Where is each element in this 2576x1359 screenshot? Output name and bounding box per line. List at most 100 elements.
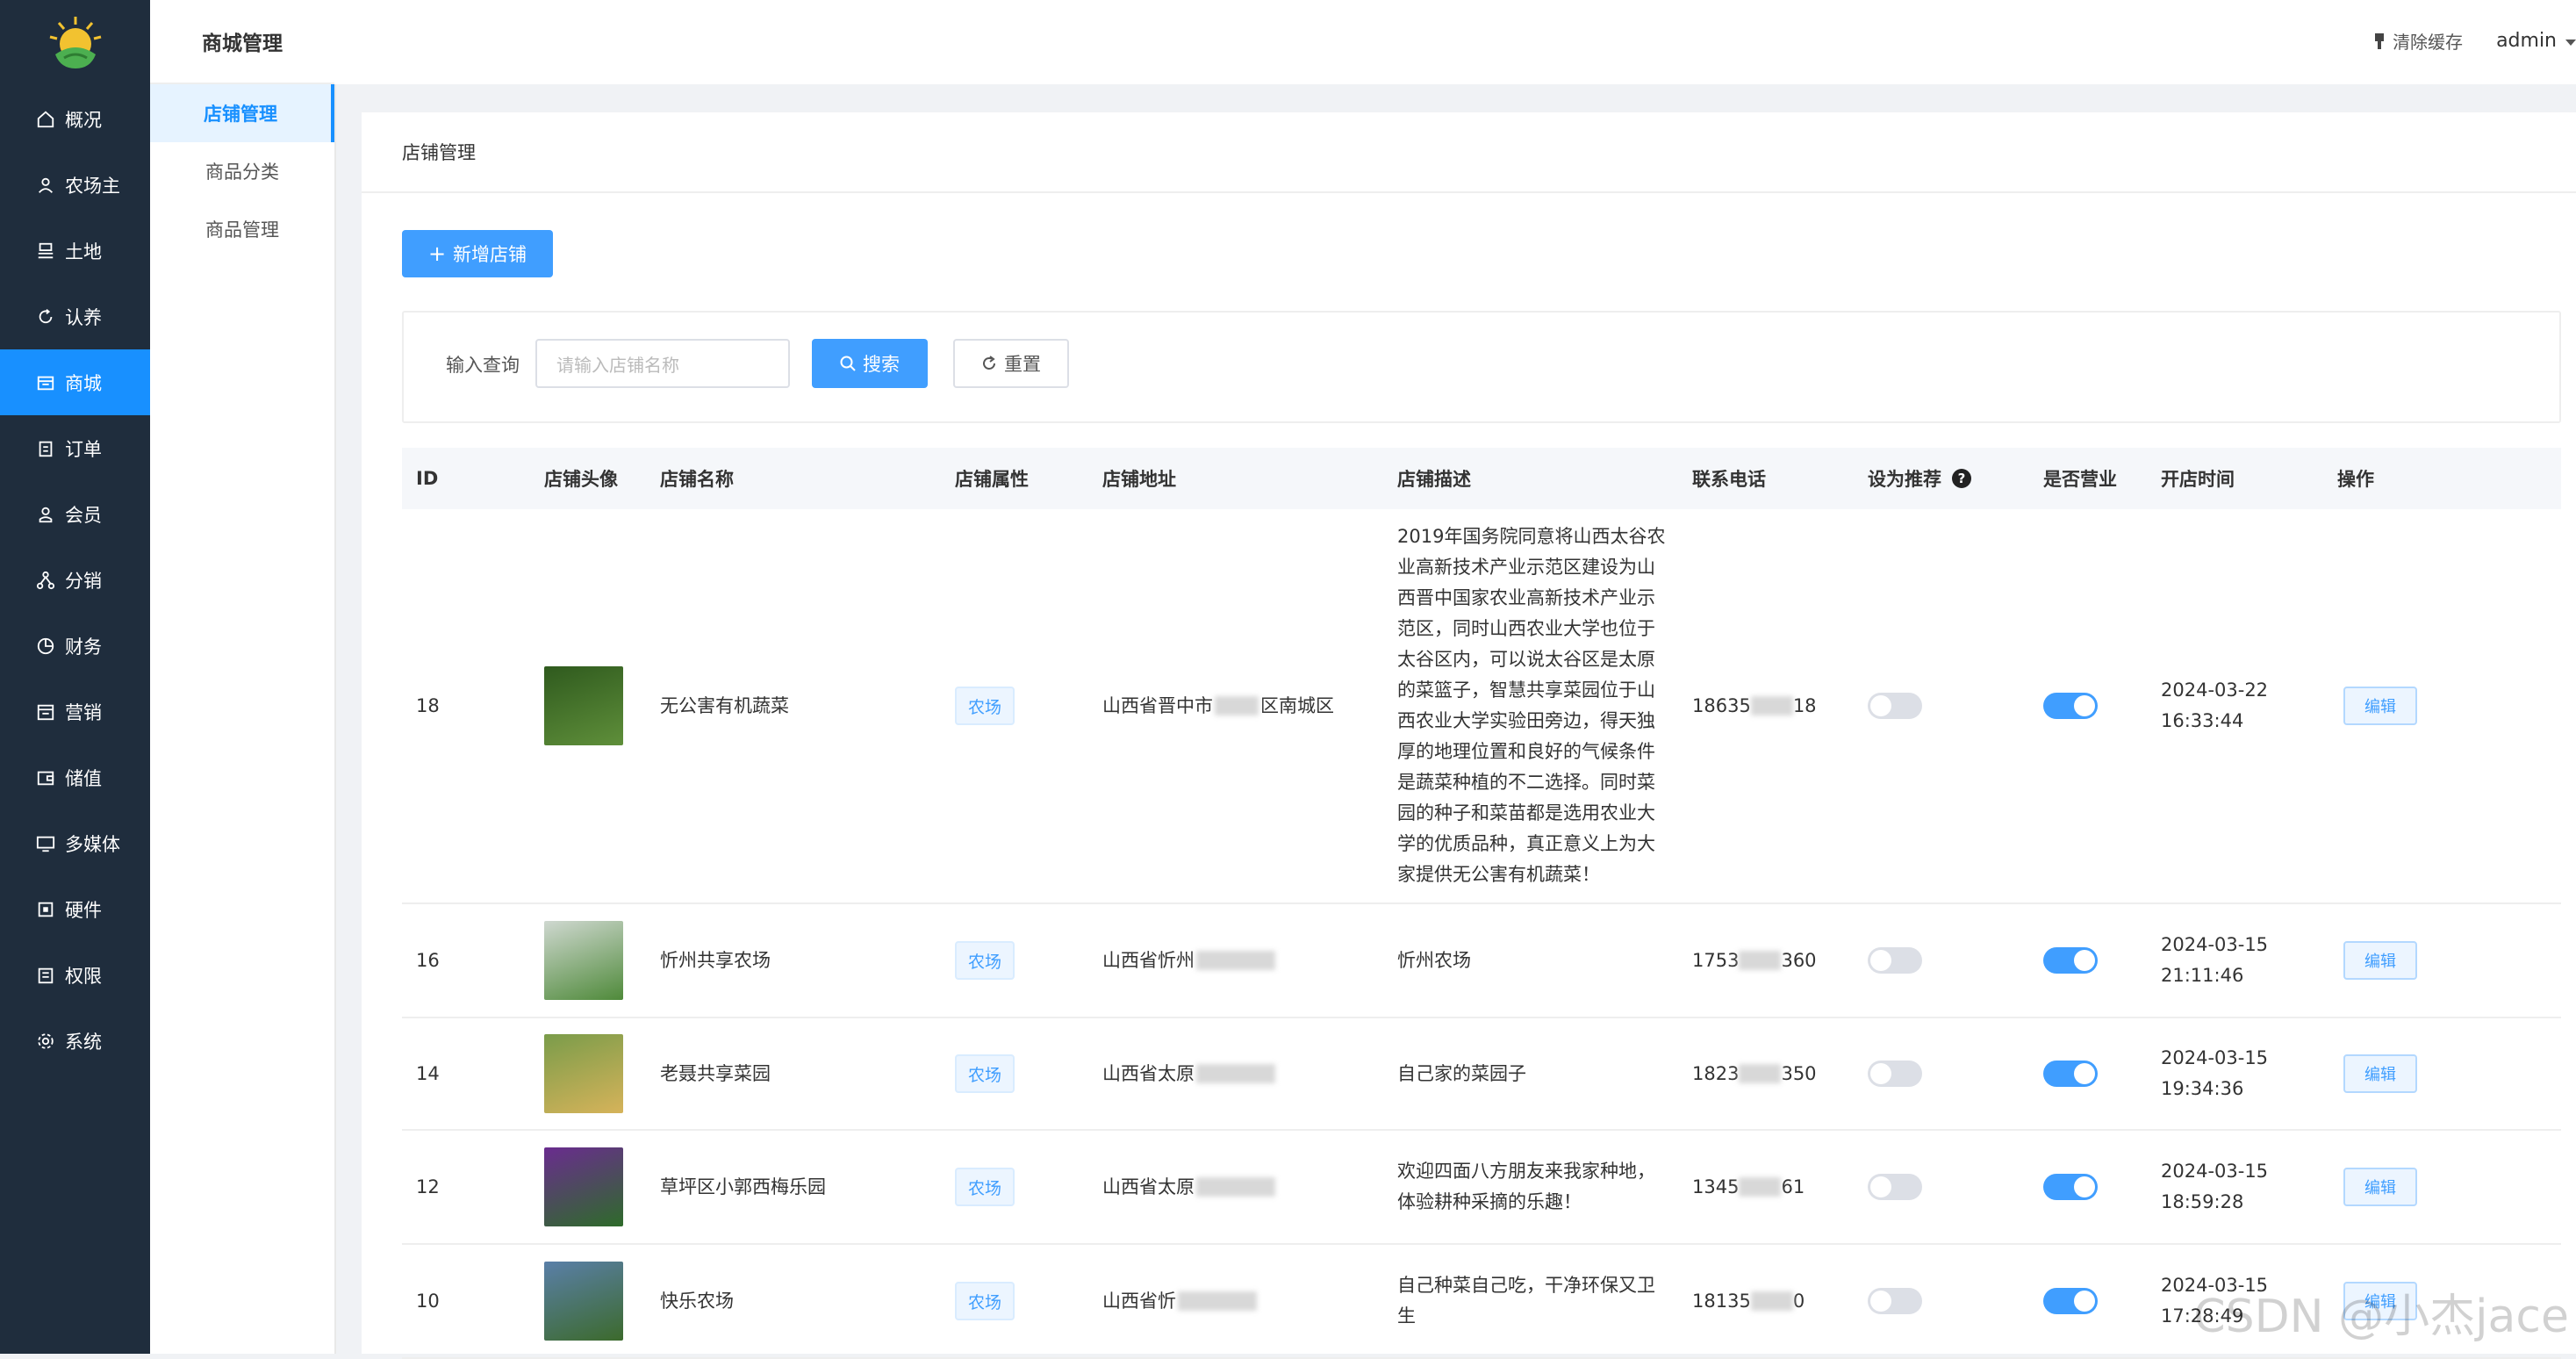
shop-name: 无公害有机蔬菜 xyxy=(660,694,789,716)
sidebar-item-1[interactable]: 农场主 xyxy=(0,152,150,218)
sidebar-item-label: 财务 xyxy=(65,636,102,658)
desc-line: 范区，同时山西农业大学也位于 xyxy=(1397,618,1655,639)
edit-button[interactable]: 编辑 xyxy=(2343,1054,2417,1093)
redacted-address xyxy=(1196,1064,1275,1083)
desc-line: 家提供无公害有机蔬菜！ xyxy=(1397,864,1600,885)
reset-button[interactable]: 重置 xyxy=(953,339,1069,388)
shop-avatar-cell xyxy=(544,1018,623,1129)
address-tail: 区南城区 xyxy=(1260,694,1334,716)
column-header-attr: 店铺属性 xyxy=(955,469,1029,490)
shop-name: 草坪区小郭西梅乐园 xyxy=(660,1176,826,1197)
open-toggle[interactable] xyxy=(2043,693,2098,719)
phone-prefix: 1823 xyxy=(1692,1062,1740,1084)
sidebar-item-4[interactable]: 商城 xyxy=(0,349,150,415)
toggle-knob xyxy=(1870,950,1891,971)
sidebar-item-0[interactable]: 概况 xyxy=(0,86,150,152)
subnav-item-1[interactable]: 商品分类 xyxy=(150,142,334,200)
shop-phone: 1823 350 xyxy=(1692,1018,1817,1129)
open-toggle[interactable] xyxy=(2043,947,2098,974)
sidebar-item-5[interactable]: 订单 xyxy=(0,415,150,481)
subnav-item-0[interactable]: 店铺管理 xyxy=(150,84,334,142)
shop-name-search-input[interactable]: 请输入店铺名称 xyxy=(535,339,790,388)
app-logo xyxy=(0,0,150,86)
desc-line: 厚的地理位置和良好的气候条件 xyxy=(1397,741,1655,762)
desc-line: 体验耕种采摘的乐趣！ xyxy=(1397,1191,1582,1212)
phone-suffix: 350 xyxy=(1781,1062,1817,1084)
shop-address: 山西省忻 xyxy=(1102,1245,1366,1357)
shop-name: 快乐农场 xyxy=(660,1290,734,1312)
subnav-title: 商城管理 xyxy=(150,0,334,84)
address-text: 山西省太原 xyxy=(1102,1176,1195,1197)
sidebar-item-label: 概况 xyxy=(65,109,102,131)
search-button[interactable]: 搜索 xyxy=(812,339,928,388)
caret-down-icon xyxy=(2565,30,2576,52)
recommend-toggle[interactable] xyxy=(1868,1174,1922,1200)
shop-id: 14 xyxy=(416,1062,440,1084)
shop-attr-cell: 农场 xyxy=(955,1131,1015,1243)
sidebar-item-14[interactable]: 系统 xyxy=(0,1008,150,1074)
shop-description: 自己家的菜园子 xyxy=(1397,1018,1678,1129)
toggle-knob xyxy=(1870,1176,1891,1197)
sidebar-item-9[interactable]: 营销 xyxy=(0,679,150,744)
edit-button[interactable]: 编辑 xyxy=(2343,941,2417,980)
address-text: 山西省忻 xyxy=(1102,1290,1176,1312)
shop-phone: 18135 0 xyxy=(1692,1245,1805,1357)
open-toggle[interactable] xyxy=(2043,1174,2098,1200)
shop-phone: 1753 360 xyxy=(1692,904,1817,1017)
sidebar-item-label: 多媒体 xyxy=(65,833,120,855)
column-header-avatar: 店铺头像 xyxy=(544,469,618,490)
desc-line: 自己家的菜园子 xyxy=(1397,1062,1526,1084)
redacted-phone xyxy=(1739,951,1782,970)
open-clock: 19:34:36 xyxy=(2161,1078,2244,1099)
sidebar-item-13[interactable]: 权限 xyxy=(0,942,150,1008)
search-panel: 输入查询 请输入店铺名称 搜索 重置 xyxy=(402,311,2561,423)
desc-line: 2019年国务院同意将山西太谷农 xyxy=(1397,526,1666,547)
column-header-recommend: 设为推荐 ? xyxy=(1868,448,1971,509)
clear-cache-button[interactable]: 清除缓存 xyxy=(2373,28,2463,54)
column-header-time: 开店时间 xyxy=(2161,469,2235,490)
subnav-item-2[interactable]: 商品管理 xyxy=(150,200,334,258)
sidebar-item-3[interactable]: 认养 xyxy=(0,284,150,349)
desc-line: 忻州农场 xyxy=(1397,949,1471,971)
redacted-phone xyxy=(1739,1177,1782,1197)
sidebar-item-10[interactable]: 储值 xyxy=(0,744,150,810)
sidebar-item-11[interactable]: 多媒体 xyxy=(0,810,150,876)
land-icon xyxy=(35,241,56,262)
help-icon[interactable]: ? xyxy=(1952,469,1971,488)
desc-line: 园的种子和菜苗都是选用农业大 xyxy=(1397,802,1655,823)
sidebar-item-6[interactable]: 会员 xyxy=(0,481,150,547)
recommend-toggle[interactable] xyxy=(1868,947,1922,974)
open-switch-cell xyxy=(2043,904,2098,1017)
redacted-address xyxy=(1196,951,1275,970)
shop-attr-tag: 农场 xyxy=(955,1054,1015,1093)
sidebar-item-12[interactable]: 硬件 xyxy=(0,876,150,942)
add-shop-button[interactable]: + 新增店铺 xyxy=(402,230,553,277)
sidebar-item-label: 储值 xyxy=(65,767,102,789)
recommend-toggle[interactable] xyxy=(1868,1288,1922,1314)
hardware-icon xyxy=(35,899,56,920)
ops-cell: 编辑 xyxy=(2343,1018,2417,1129)
sidebar-item-2[interactable]: 土地 xyxy=(0,218,150,284)
sidebar-item-label: 系统 xyxy=(65,1031,102,1053)
open-date: 2024-03-15 xyxy=(2161,1161,2269,1182)
shop-avatar-cell xyxy=(544,509,623,902)
desc-line: 欢迎四面八方朋友来我家种地， xyxy=(1397,1161,1655,1182)
open-switch-cell xyxy=(2043,1018,2098,1129)
edit-button[interactable]: 编辑 xyxy=(2343,1168,2417,1206)
sidebar-item-label: 分销 xyxy=(65,570,102,592)
edit-button[interactable]: 编辑 xyxy=(2343,687,2417,725)
recommend-toggle[interactable] xyxy=(1868,1061,1922,1087)
recommend-toggle[interactable] xyxy=(1868,693,1922,719)
sidebar-item-8[interactable]: 财务 xyxy=(0,613,150,679)
open-toggle[interactable] xyxy=(2043,1288,2098,1314)
open-toggle[interactable] xyxy=(2043,1061,2098,1087)
user-menu[interactable]: admin xyxy=(2496,30,2576,52)
sidebar-item-label: 权限 xyxy=(65,965,102,987)
sidebar-item-7[interactable]: 分销 xyxy=(0,547,150,613)
recommend-switch-cell xyxy=(1868,1245,1922,1357)
phone-suffix: 0 xyxy=(1792,1290,1805,1312)
sidebar-item-label: 土地 xyxy=(65,241,102,262)
phone-prefix: 1753 xyxy=(1692,949,1740,971)
search-placeholder: 请输入店铺名称 xyxy=(556,354,679,376)
watermark: CSDN @小杰jace xyxy=(2193,1291,2569,1343)
